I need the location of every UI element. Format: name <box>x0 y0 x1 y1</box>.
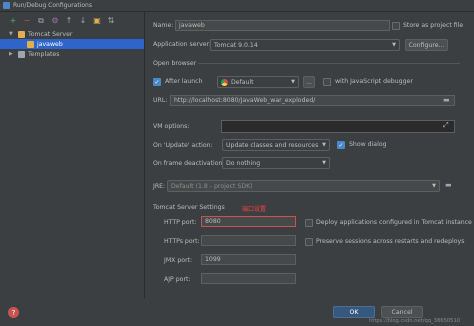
on-update-action-select[interactable]: Update classes and resources ▼ <box>222 139 330 151</box>
tomcat-settings-group-label: Tomcat Server Settings <box>153 204 225 211</box>
application-server-label: Application server: <box>153 41 212 48</box>
copy-icon[interactable]: ⧉ <box>36 16 46 26</box>
tree-item-label: javaweb <box>37 40 63 48</box>
tomcat-icon <box>27 40 34 48</box>
configuration-form: Name: javaweb Store as project file Appl… <box>146 12 474 302</box>
preserve-sessions-checkbox[interactable] <box>305 238 313 246</box>
ajp-port-label: AJP port: <box>164 276 191 283</box>
jre-value: Default (1.8 - project SDK) <box>171 182 253 190</box>
chevron-right-icon[interactable]: ▶ <box>9 51 15 57</box>
store-as-project-file-checkbox[interactable] <box>392 22 400 30</box>
on-frame-deactivation-value: Do nothing <box>226 159 261 167</box>
tomcat-icon <box>18 30 25 38</box>
window-title: Run/Debug Configurations <box>13 2 92 9</box>
configurations-tree-pane: + − ⧉ ⚙ ↑ ↓ ▣ ⇅ ▼ Tomcat Server javaweb … <box>0 12 145 298</box>
deploy-apps-label: Deploy applications configured in Tomcat… <box>316 219 472 226</box>
on-frame-deactivation-select[interactable]: Do nothing ▼ <box>222 157 330 169</box>
settings-icon[interactable]: ⚙ <box>50 16 60 26</box>
wrench-icon <box>18 50 25 58</box>
jre-label: JRE: <box>153 183 166 190</box>
help-button[interactable]: ? <box>8 307 19 318</box>
tree-toolbar: + − ⧉ ⚙ ↑ ↓ ▣ ⇅ <box>0 12 144 29</box>
tree-item-label: Tomcat Server <box>28 30 73 38</box>
vm-options-field[interactable] <box>221 120 455 133</box>
chevron-down-icon: ▼ <box>291 79 295 85</box>
browser-more-button[interactable]: ... <box>303 76 315 88</box>
chevron-down-icon: ▼ <box>432 183 436 189</box>
vm-options-label: VM options: <box>153 123 190 130</box>
title-bar: Run/Debug Configurations <box>0 0 474 12</box>
chevron-down-icon: ▼ <box>322 160 326 166</box>
on-update-action-value: Update classes and resources <box>226 141 319 149</box>
group-divider <box>198 63 460 64</box>
folder-icon[interactable]: ▬ <box>443 96 450 104</box>
tree-item-javaweb[interactable]: javaweb <box>0 39 144 49</box>
app-icon <box>3 2 10 9</box>
chevron-down-icon: ▼ <box>322 142 326 148</box>
jre-select[interactable]: Default (1.8 - project SDK) ▼ <box>167 180 440 192</box>
folder-icon[interactable]: ▬ <box>445 181 452 189</box>
name-label: Name: <box>153 22 174 29</box>
ajp-port-field[interactable] <box>201 273 296 284</box>
configure-button[interactable]: Configure... <box>405 39 448 51</box>
show-dialog-checkbox[interactable]: ✓ <box>337 141 345 149</box>
jmx-port-field[interactable]: 1099 <box>201 254 296 265</box>
tree-item-label: Templates <box>28 50 60 58</box>
move-down-icon[interactable]: ↓ <box>78 16 88 26</box>
store-as-project-file-label: Store as project file <box>403 22 464 29</box>
tree-item-tomcat-server[interactable]: ▼ Tomcat Server <box>0 29 144 39</box>
sort-icon[interactable]: ⇅ <box>106 16 116 26</box>
expand-icon[interactable]: ⤢ <box>443 121 449 130</box>
remove-icon[interactable]: − <box>22 16 32 26</box>
add-icon[interactable]: + <box>8 16 18 26</box>
port-settings-annotation: 端口设置 <box>242 206 267 213</box>
on-frame-deactivation-label: On frame deactivation: <box>153 160 225 167</box>
url-field[interactable]: http://localhost:8080/JavaWeb_war_explod… <box>170 95 455 106</box>
browser-select[interactable]: Default ▼ <box>217 76 299 88</box>
javascript-debugger-checkbox[interactable] <box>323 78 331 86</box>
deploy-apps-checkbox[interactable] <box>305 219 313 227</box>
folder-icon[interactable]: ▣ <box>92 16 102 26</box>
move-up-icon[interactable]: ↑ <box>64 16 74 26</box>
url-label: URL: <box>153 97 168 104</box>
cancel-button[interactable]: Cancel <box>381 306 423 318</box>
http-port-field[interactable]: 8080 <box>201 216 296 227</box>
tree-item-templates[interactable]: ▶ Templates <box>0 49 144 59</box>
after-launch-label: After launch <box>165 78 203 85</box>
jmx-port-label: JMX port: <box>164 257 193 264</box>
browser-value: Default <box>231 78 254 86</box>
http-port-label: HTTP port: <box>164 219 197 226</box>
application-server-select[interactable]: Tomcat 9.0.14 ▼ <box>210 39 400 51</box>
chevron-down-icon[interactable]: ▼ <box>9 31 15 37</box>
browser-select-content: Default <box>221 78 254 86</box>
https-port-field[interactable] <box>201 235 296 246</box>
on-update-action-label: On 'Update' action: <box>153 142 213 149</box>
after-launch-checkbox[interactable]: ✓ <box>153 78 161 86</box>
javascript-debugger-label: with JavaScript debugger <box>335 78 413 85</box>
open-browser-group-label: Open browser <box>153 60 197 67</box>
https-port-label: HTTPs port: <box>164 238 200 245</box>
watermark-text: https://blog.csdn.net/qq_38650510 <box>369 318 461 324</box>
name-field[interactable]: javaweb <box>175 20 390 31</box>
application-server-value: Tomcat 9.0.14 <box>214 41 258 49</box>
chrome-icon <box>221 78 228 86</box>
ok-button[interactable]: OK <box>333 306 375 318</box>
show-dialog-label: Show dialog <box>349 141 387 148</box>
chevron-down-icon: ▼ <box>392 42 396 48</box>
preserve-sessions-label: Preserve sessions across restarts and re… <box>316 238 465 245</box>
